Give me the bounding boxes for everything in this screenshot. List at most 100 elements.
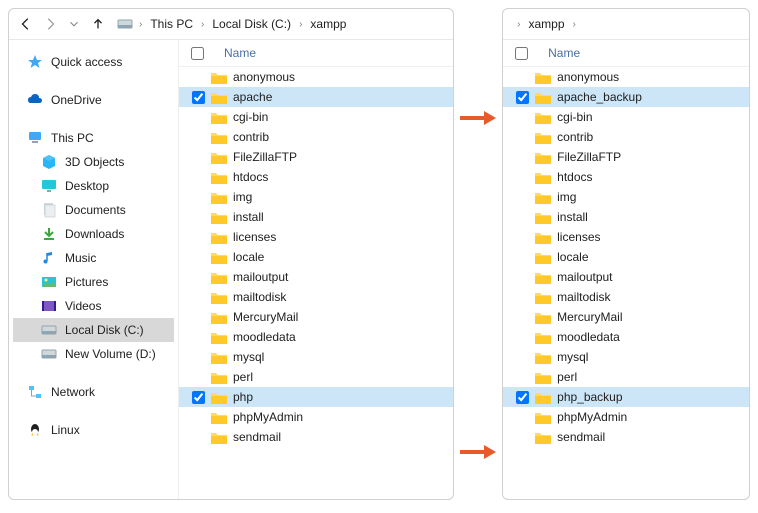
sidebar-videos[interactable]: Videos [13,294,174,318]
recent-dropdown[interactable] [65,15,83,33]
desktop-icon [41,178,57,194]
column-header-name[interactable]: Name [224,46,256,60]
back-button[interactable] [17,15,35,33]
folder-name: sendmail [233,430,281,444]
chevron-right-icon[interactable]: › [297,19,304,30]
folder-row[interactable]: htdocs [503,167,749,187]
row-checkbox[interactable] [192,91,205,104]
row-checkbox[interactable] [192,391,205,404]
sidebar-quick-access[interactable]: Quick access [13,50,174,74]
folder-row[interactable]: MercuryMail [503,307,749,327]
navigation-pane: Quick access OneDrive This PC [9,40,179,499]
folder-row[interactable]: licenses [179,227,453,247]
folder-row[interactable]: mailtodisk [179,287,453,307]
sidebar-local-disk-c[interactable]: Local Disk (C:) [13,318,174,342]
folder-row[interactable]: phpMyAdmin [179,407,453,427]
folder-row[interactable]: phpMyAdmin [503,407,749,427]
folder-icon [211,270,227,284]
folder-row[interactable]: sendmail [179,427,453,447]
drive-icon [41,322,57,338]
chevron-right-icon[interactable]: › [199,19,206,30]
star-icon [27,54,43,70]
folder-row[interactable]: contrib [503,127,749,147]
folder-row[interactable]: sendmail [503,427,749,447]
folder-row[interactable]: anonymous [179,67,453,87]
chevron-right-icon[interactable]: › [571,19,578,30]
folder-row[interactable]: cgi-bin [503,107,749,127]
folder-row[interactable]: mysql [179,347,453,367]
select-all-checkbox[interactable] [515,47,528,60]
folder-icon [535,170,551,184]
folder-row[interactable]: FileZillaFTP [179,147,453,167]
folder-name: licenses [557,230,600,244]
folder-icon [211,430,227,444]
folder-row[interactable]: img [503,187,749,207]
folder-row[interactable]: img [179,187,453,207]
folder-row[interactable]: cgi-bin [179,107,453,127]
sidebar-this-pc[interactable]: This PC [13,126,174,150]
folder-icon [211,170,227,184]
folder-row[interactable]: licenses [503,227,749,247]
breadcrumb[interactable]: › This PC › Local Disk (C:) › xampp [117,15,350,33]
folder-icon [535,290,551,304]
up-button[interactable] [89,15,107,33]
breadcrumb-segment[interactable]: This PC [146,15,197,33]
breadcrumb-segment[interactable]: xampp [524,15,568,33]
folder-row[interactable]: mysql [503,347,749,367]
folder-row[interactable]: install [179,207,453,227]
row-checkbox-wrap [515,91,529,104]
folder-name: perl [557,370,577,384]
folder-name: locale [557,250,588,264]
folder-row[interactable]: php [179,387,453,407]
folder-row[interactable]: mailtodisk [503,287,749,307]
folder-row[interactable]: FileZillaFTP [503,147,749,167]
folder-name: mailoutput [557,270,612,284]
folder-row[interactable]: MercuryMail [179,307,453,327]
sidebar-pictures[interactable]: Pictures [13,270,174,294]
select-all-checkbox[interactable] [191,47,204,60]
breadcrumb-segment[interactable]: Local Disk (C:) [208,15,295,33]
folder-name: htdocs [557,170,592,184]
folder-row[interactable]: apache [179,87,453,107]
breadcrumb[interactable]: › xampp › [515,15,578,33]
sidebar-downloads[interactable]: Downloads [13,222,174,246]
folder-name: cgi-bin [233,110,268,124]
folder-row[interactable]: htdocs [179,167,453,187]
row-checkbox[interactable] [516,391,529,404]
sidebar-documents[interactable]: Documents [13,198,174,222]
folder-row[interactable]: mailoutput [503,267,749,287]
breadcrumb-segment[interactable]: xampp [306,15,350,33]
folder-row[interactable]: perl [503,367,749,387]
sidebar-new-volume-d[interactable]: New Volume (D:) [13,342,174,366]
forward-button[interactable] [41,15,59,33]
row-checkbox[interactable] [516,91,529,104]
sidebar-item-label: Desktop [65,179,109,193]
folder-row[interactable]: moodledata [179,327,453,347]
sidebar-desktop[interactable]: Desktop [13,174,174,198]
chevron-right-icon[interactable]: › [515,19,522,30]
folder-row[interactable]: contrib [179,127,453,147]
folder-row[interactable]: anonymous [503,67,749,87]
column-header-row: Name [503,40,749,67]
folder-name: apache_backup [557,90,642,104]
folder-name: mysql [233,350,264,364]
folder-row[interactable]: install [503,207,749,227]
sidebar-3d-objects[interactable]: 3D Objects [13,150,174,174]
folder-row[interactable]: locale [503,247,749,267]
chevron-right-icon[interactable]: › [137,19,144,30]
sidebar-onedrive[interactable]: OneDrive [13,88,174,112]
sidebar-linux[interactable]: Linux [13,418,174,442]
sidebar-network[interactable]: Network [13,380,174,404]
sidebar-item-label: Quick access [51,55,122,69]
column-header-name[interactable]: Name [548,46,580,60]
folder-row[interactable]: locale [179,247,453,267]
file-list-right: Name anonymous apache_backup cgi-bincontri… [503,40,749,499]
folder-row[interactable]: mailoutput [179,267,453,287]
folder-row[interactable]: php_backup [503,387,749,407]
sidebar-music[interactable]: Music [13,246,174,270]
folder-row[interactable]: perl [179,367,453,387]
folder-row[interactable]: moodledata [503,327,749,347]
folder-name: anonymous [557,70,619,84]
folder-name: FileZillaFTP [233,150,297,164]
folder-row[interactable]: apache_backup [503,87,749,107]
